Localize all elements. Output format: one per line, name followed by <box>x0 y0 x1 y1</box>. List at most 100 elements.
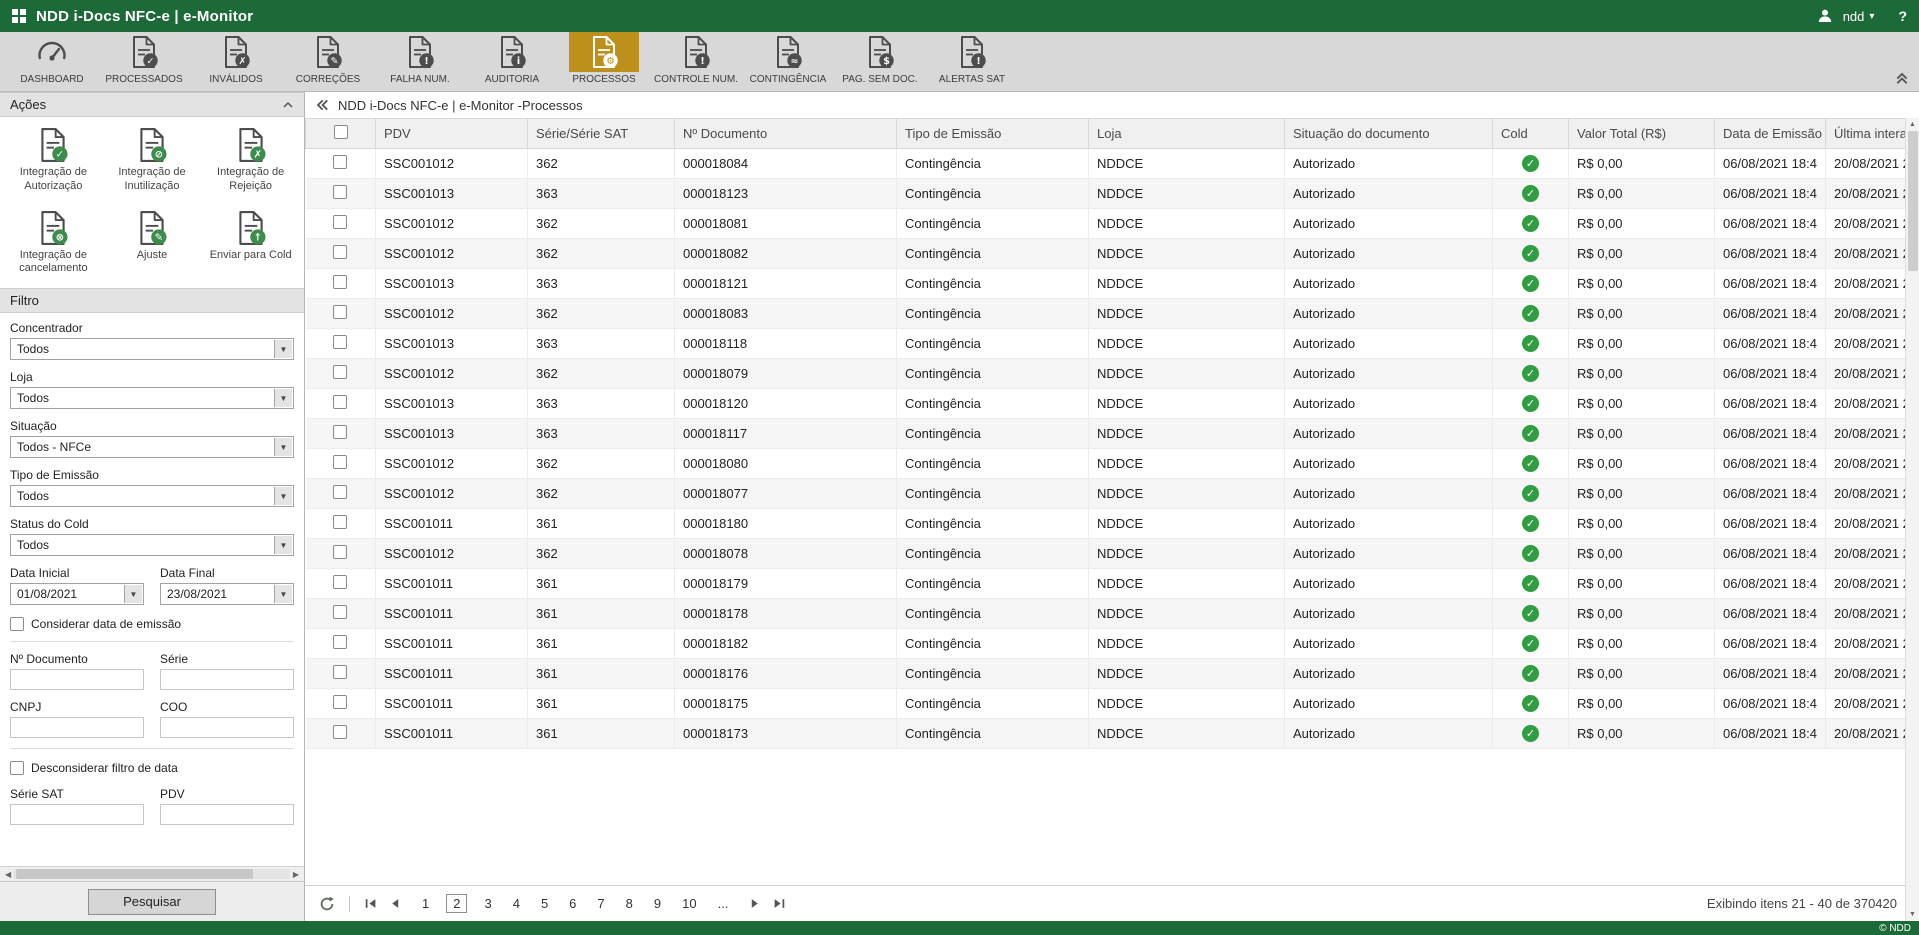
table-row[interactable]: SSC001011361000018179ContingênciaNDDCEAu… <box>306 569 1919 599</box>
column-header-data-de-emissao[interactable]: Data de Emissão <box>1715 119 1826 149</box>
column-header-cold[interactable]: Cold <box>1493 119 1569 149</box>
scroll-up-icon[interactable]: ▲ <box>1909 118 1916 131</box>
table-row[interactable]: SSC001012362000018080ContingênciaNDDCEAu… <box>306 449 1919 479</box>
table-row[interactable]: SSC001013363000018120ContingênciaNDDCEAu… <box>306 389 1919 419</box>
row-checkbox[interactable] <box>333 395 347 409</box>
action-integracao-de-rejeicao[interactable]: ✗Integração de Rejeição <box>201 127 300 194</box>
row-checkbox[interactable] <box>333 425 347 439</box>
column-header-valor-total-r[interactable]: Valor Total (R$) <box>1569 119 1715 149</box>
serie-input[interactable] <box>160 669 294 690</box>
collapse-acoes-icon[interactable] <box>282 101 294 109</box>
action-enviar-para-cold[interactable]: ↑Enviar para Cold <box>201 210 300 277</box>
data-final-field[interactable]: 23/08/2021 ▼ <box>160 583 294 605</box>
column-header-pdv[interactable]: PDV <box>376 119 528 149</box>
next-page-button[interactable] <box>746 896 763 911</box>
column-header-serie-serie-sat[interactable]: Série/Série SAT <box>528 119 675 149</box>
row-checkbox[interactable] <box>333 215 347 229</box>
refresh-button[interactable] <box>317 894 337 914</box>
page-4-button[interactable]: 4 <box>509 894 524 913</box>
row-checkbox[interactable] <box>333 365 347 379</box>
page-6-button[interactable]: 6 <box>565 894 580 913</box>
toolbar-item-falha-num[interactable]: !FALHA NUM. <box>374 32 466 91</box>
desconsiderar-filtro-checkbox[interactable] <box>10 761 24 775</box>
scrollbar-thumb[interactable] <box>16 869 253 879</box>
table-row[interactable]: SSC001011361000018176ContingênciaNDDCEAu… <box>306 659 1919 689</box>
action-ajuste[interactable]: ✎Ajuste <box>103 210 202 277</box>
toolbar-item-auditoria[interactable]: iAUDITORIA <box>466 32 558 91</box>
first-page-button[interactable] <box>362 896 379 911</box>
row-checkbox[interactable] <box>333 185 347 199</box>
toolbar-item-processados[interactable]: ✓PROCESSADOS <box>98 32 190 91</box>
data-inicial-field[interactable]: 01/08/2021 ▼ <box>10 583 144 605</box>
prev-page-button[interactable] <box>387 896 404 911</box>
serie-sat-input[interactable] <box>10 804 144 825</box>
help-button[interactable]: ? <box>1898 8 1907 24</box>
scroll-left-icon[interactable]: ◀ <box>2 870 14 879</box>
action-integracao-de-cancelamento[interactable]: ⊗Integração de cancelamento <box>4 210 103 277</box>
table-row[interactable]: SSC001011361000018178ContingênciaNDDCEAu… <box>306 599 1919 629</box>
scrollbar-track[interactable] <box>14 869 290 879</box>
row-checkbox[interactable] <box>333 485 347 499</box>
table-row[interactable]: SSC001012362000018079ContingênciaNDDCEAu… <box>306 359 1919 389</box>
considerar-data-emissao-checkbox[interactable] <box>10 617 24 631</box>
table-row[interactable]: SSC001013363000018117ContingênciaNDDCEAu… <box>306 419 1919 449</box>
collapse-sidebar-icon[interactable] <box>314 98 329 112</box>
row-checkbox[interactable] <box>333 335 347 349</box>
situacao-select[interactable]: Todos - NFCe▼ <box>10 436 294 458</box>
scrollbar-thumb[interactable] <box>1908 131 1918 271</box>
page-9-button[interactable]: 9 <box>650 894 665 913</box>
num-documento-input[interactable] <box>10 669 144 690</box>
scroll-right-icon[interactable]: ▶ <box>290 870 302 879</box>
toolbar-item-processos[interactable]: ⚙PROCESSOS <box>558 32 650 91</box>
toolbar-item-controle-num[interactable]: !CONTROLE NUM. <box>650 32 742 91</box>
action-integracao-de-inutilizacao[interactable]: ⊘Integração de Inutilização <box>103 127 202 194</box>
toolbar-item-alertas-sat[interactable]: !ALERTAS SAT <box>926 32 1018 91</box>
page-8-button[interactable]: 8 <box>622 894 637 913</box>
apps-grid-icon[interactable] <box>12 9 26 23</box>
table-row[interactable]: SSC001011361000018175ContingênciaNDDCEAu… <box>306 689 1919 719</box>
row-checkbox[interactable] <box>333 245 347 259</box>
page-7-button[interactable]: 7 <box>593 894 608 913</box>
pdv-input[interactable] <box>160 804 294 825</box>
toolbar-item-dashboard[interactable]: DASHBOARD <box>6 32 98 91</box>
cnpj-input[interactable] <box>10 717 144 738</box>
row-checkbox[interactable] <box>333 545 347 559</box>
table-row[interactable]: SSC001013363000018118ContingênciaNDDCEAu… <box>306 329 1919 359</box>
row-checkbox[interactable] <box>333 725 347 739</box>
table-row[interactable]: SSC001012362000018081ContingênciaNDDCEAu… <box>306 209 1919 239</box>
table-row[interactable]: SSC001012362000018078ContingênciaNDDCEAu… <box>306 539 1919 569</box>
user-menu[interactable]: ndd ▾ <box>1843 9 1875 24</box>
row-checkbox[interactable] <box>333 575 347 589</box>
collapse-toolbar-icon[interactable] <box>1895 71 1909 85</box>
tipo-de-emissao-select[interactable]: Todos▼ <box>10 485 294 507</box>
page-ellipsis-button[interactable]: ... <box>714 894 733 913</box>
coo-input[interactable] <box>160 717 294 738</box>
table-row[interactable]: SSC001011361000018180ContingênciaNDDCEAu… <box>306 509 1919 539</box>
loja-select[interactable]: Todos▼ <box>10 387 294 409</box>
row-checkbox[interactable] <box>333 455 347 469</box>
column-header-situacao-do-documento[interactable]: Situação do documento <box>1285 119 1493 149</box>
row-checkbox[interactable] <box>333 305 347 319</box>
row-checkbox[interactable] <box>333 275 347 289</box>
table-row[interactable]: SSC001013363000018121ContingênciaNDDCEAu… <box>306 269 1919 299</box>
page-10-button[interactable]: 10 <box>678 894 700 913</box>
row-checkbox[interactable] <box>333 155 347 169</box>
row-checkbox[interactable] <box>333 665 347 679</box>
page-1-button[interactable]: 1 <box>418 894 433 913</box>
table-row[interactable]: SSC001012362000018084ContingênciaNDDCEAu… <box>306 149 1919 179</box>
table-row[interactable]: SSC001012362000018077ContingênciaNDDCEAu… <box>306 479 1919 509</box>
page-5-button[interactable]: 5 <box>537 894 552 913</box>
pesquisar-button[interactable]: Pesquisar <box>88 889 216 915</box>
table-vertical-scrollbar[interactable]: ▲ ▼ <box>1905 118 1919 921</box>
toolbar-item-invalidos[interactable]: ✗INVÁLIDOS <box>190 32 282 91</box>
last-page-button[interactable] <box>771 896 788 911</box>
column-header-tipo-de-emissao[interactable]: Tipo de Emissão <box>897 119 1089 149</box>
table-row[interactable]: SSC001011361000018182ContingênciaNDDCEAu… <box>306 629 1919 659</box>
row-checkbox[interactable] <box>333 515 347 529</box>
action-integracao-de-autorizacao[interactable]: ✓Integração de Autorização <box>4 127 103 194</box>
toolbar-item-correcoes[interactable]: ✎CORREÇÕES <box>282 32 374 91</box>
row-checkbox[interactable] <box>333 635 347 649</box>
sidebar-horizontal-scrollbar[interactable]: ◀ ▶ <box>0 866 304 881</box>
page-3-button[interactable]: 3 <box>480 894 495 913</box>
table-row[interactable]: SSC001012362000018083ContingênciaNDDCEAu… <box>306 299 1919 329</box>
